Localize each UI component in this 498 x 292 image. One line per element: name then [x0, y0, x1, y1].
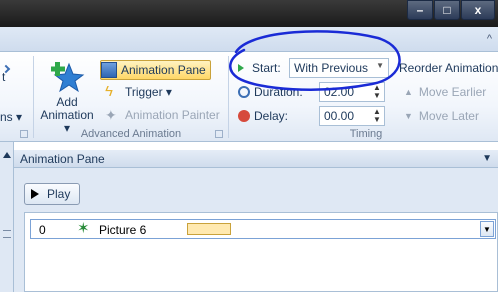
duration-field[interactable]: 02.00 ▲ ▼ — [319, 82, 385, 102]
play-label: Play — [47, 187, 71, 201]
duration-value: 02.00 — [324, 85, 355, 99]
animation-painter-button[interactable]: ✦ Animation Painter — [105, 105, 220, 125]
pane-menu-icon[interactable]: ▼ — [482, 150, 492, 168]
play-icon — [31, 189, 39, 199]
item-dropdown-icon[interactable]: ▼ — [480, 221, 494, 237]
delay-label: Delay: — [254, 109, 289, 123]
play-button[interactable]: Play — [24, 183, 80, 205]
start-select[interactable]: With Previous ▼ — [289, 58, 389, 78]
maximize-button[interactable]: □ — [434, 0, 460, 20]
move-later-label: Move Later — [418, 109, 479, 123]
animation-order: 0 — [39, 223, 46, 237]
close-button[interactable]: x — [461, 0, 495, 20]
trigger-button[interactable]: ϟ Trigger ▾ — [105, 82, 172, 102]
duration-row: Duration: — [238, 82, 303, 102]
group-separator — [228, 56, 229, 138]
reorder-label-text: Reorder Animation — [399, 61, 498, 75]
animation-effect-icon: ✶ — [77, 220, 90, 237]
ribbon-collapse-icon[interactable]: ^ — [487, 33, 492, 45]
animation-pane-title: Animation Pane — [20, 152, 105, 166]
animation-painter-label: Animation Painter — [125, 108, 220, 122]
expand-arrow-icon[interactable] — [3, 152, 11, 158]
add-animation-star-icon — [51, 62, 85, 93]
partial-group-label-bottom[interactable]: ns ▾ — [0, 110, 22, 124]
slides-panel-edge — [0, 142, 14, 292]
start-row: Start: — [238, 58, 281, 78]
animation-pane-button[interactable]: Animation Pane — [100, 60, 211, 80]
group-separator — [33, 56, 34, 138]
delay-spinner[interactable]: ▲ ▼ — [371, 108, 383, 124]
reorder-animation-label: Reorder Animation — [399, 58, 498, 78]
window-controls: – □ x — [406, 0, 495, 20]
start-label: Start: — [252, 61, 281, 75]
list-item[interactable]: 0 ✶ Picture 6 ▼ — [30, 219, 496, 239]
delay-field[interactable]: 00.00 ▲ ▼ — [319, 106, 385, 126]
arrow-up-icon: ▲ — [404, 87, 413, 97]
duration-spinner[interactable]: ▲ ▼ — [371, 84, 383, 100]
start-value: With Previous — [294, 61, 369, 75]
move-earlier-button[interactable]: ▲ Move Earlier — [404, 82, 486, 102]
move-later-button[interactable]: ▼ Move Later — [404, 106, 479, 126]
move-earlier-label: Move Earlier — [418, 85, 487, 99]
trigger-label: Trigger ▾ — [125, 85, 172, 99]
start-play-icon — [238, 64, 244, 72]
advanced-animation-launcher-icon[interactable] — [215, 130, 223, 138]
ribbon-tab-strip: ^ — [0, 27, 498, 52]
timeline-bar[interactable] — [187, 223, 231, 235]
arrow-down-icon: ▼ — [404, 111, 413, 121]
delay-clock-icon — [238, 110, 250, 122]
clock-icon — [238, 86, 250, 98]
minimize-button[interactable]: – — [407, 0, 433, 20]
animation-pane-header: Animation Pane ▼ — [14, 150, 498, 168]
dialog-launcher-icon[interactable] — [20, 130, 28, 138]
duration-label: Duration: — [254, 85, 303, 99]
animation-item-name: Picture 6 — [99, 223, 147, 237]
delay-row: Delay: — [238, 106, 288, 126]
animation-pane-label: Animation Pane — [121, 63, 206, 77]
advanced-animation-group-label: Advanced Animation — [80, 128, 182, 140]
title-bar: – □ x — [0, 0, 498, 27]
timing-group-label: Timing — [349, 128, 383, 140]
ribbon: t ns ▾ Add Animation ▾ Animation Pane ϟ … — [0, 52, 498, 142]
lightning-icon: ϟ — [105, 83, 113, 100]
add-animation-button[interactable]: Add Animation ▾ — [36, 54, 98, 135]
animation-painter-icon: ✦ — [105, 107, 117, 123]
chevron-down-icon: ▼ — [376, 61, 384, 70]
animation-pane-icon — [101, 62, 117, 78]
splitter-grip-icon[interactable] — [3, 230, 11, 238]
delay-value: 00.00 — [324, 109, 355, 123]
